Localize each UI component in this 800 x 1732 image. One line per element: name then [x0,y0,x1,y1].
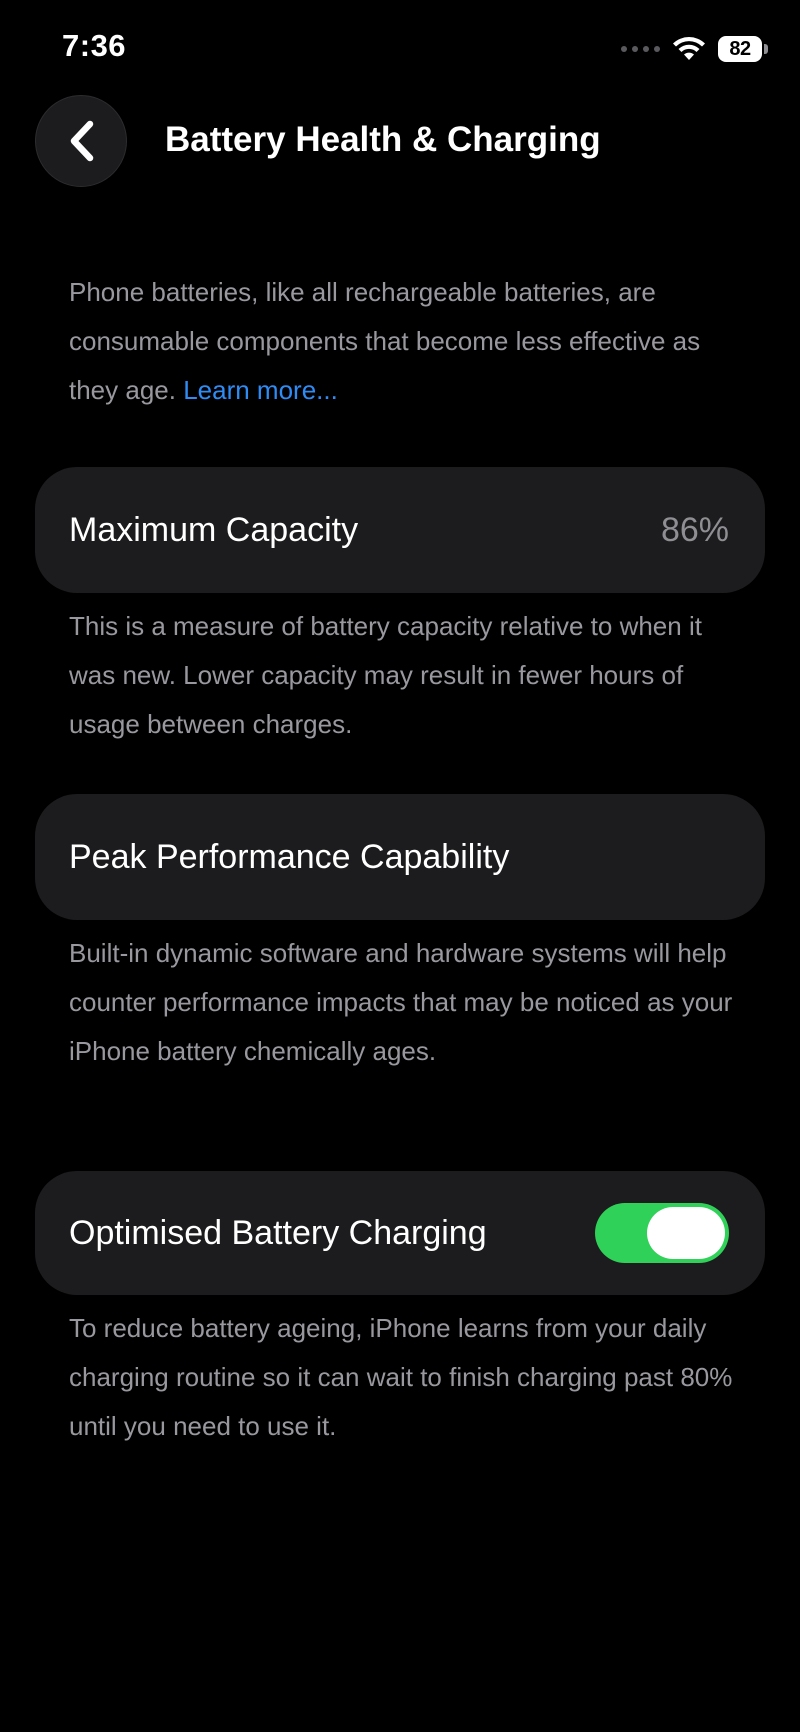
battery-icon: 82 [718,36,768,62]
intro-body: Phone batteries, like all rechargeable b… [69,277,701,405]
peak-performance-description: Built-in dynamic software and hardware s… [69,938,733,1066]
maximum-capacity-label: Maximum Capacity [69,510,359,549]
toggle-knob [647,1207,725,1259]
status-time: 7:36 [62,28,127,63]
cellular-signal-icon [621,46,660,52]
learn-more-link[interactable]: Learn more... [183,375,338,405]
optimised-charging-label: Optimised Battery Charging [69,1213,487,1252]
intro-text: Phone batteries, like all rechargeable b… [69,268,749,415]
optimised-charging-description: To reduce battery ageing, iPhone learns … [69,1313,733,1441]
maximum-capacity-row: Maximum Capacity 86% [35,467,765,593]
page-title: Battery Health & Charging [165,120,601,159]
back-button[interactable] [35,95,127,187]
status-indicators: 82 [621,34,768,64]
peak-performance-row: Peak Performance Capability [35,794,765,920]
battery-level: 82 [718,36,762,62]
status-bar: 7:36 82 [0,0,800,100]
maximum-capacity-description: This is a measure of battery capacity re… [69,611,702,739]
optimised-charging-toggle[interactable] [595,1203,729,1263]
peak-performance-label: Peak Performance Capability [69,837,510,876]
wifi-icon [672,36,706,62]
chevron-left-icon [70,120,94,162]
optimised-charging-row: Optimised Battery Charging [35,1171,765,1295]
maximum-capacity-value: 86% [660,510,729,549]
